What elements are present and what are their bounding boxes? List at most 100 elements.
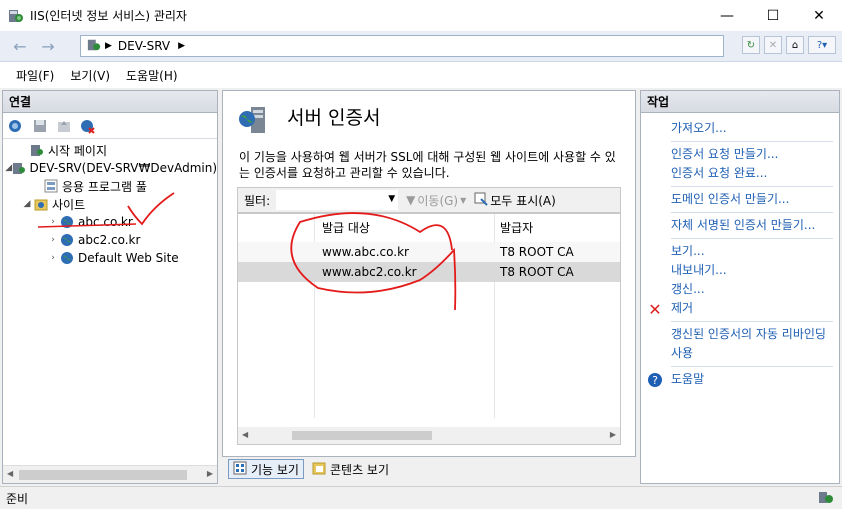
filter-bar: 필터: ▼ ▼ 이동(G) ▼ 모두 표시(A) [237,187,621,213]
globe-icon [59,214,75,230]
page-description: 이 기능을 사용하여 웹 서버가 SSL에 대해 구성된 웹 사이트에 사용할 … [239,150,616,180]
tree-node-sites[interactable]: ◢ 사이트 [3,195,217,213]
show-all-button[interactable]: 모두 표시(A) [474,192,556,209]
chevron-down-icon[interactable]: ◢ [5,163,12,173]
table-row[interactable]: www.abc2.co.kr T8 ROOT CA [238,262,620,282]
forward-button[interactable]: → [36,35,60,57]
menu-bar: 파일(F) 보기(V) 도움말(H) [0,62,842,88]
status-bar: 준비 [0,486,842,509]
tree-node-app-pools[interactable]: 응용 프로그램 풀 [3,177,217,195]
go-button[interactable]: ▼ 이동(G) ▼ [406,192,466,209]
filter-input[interactable]: ▼ [276,190,399,210]
chevron-down-icon[interactable]: ▼ [460,196,466,205]
chevron-right-icon[interactable]: › [47,217,59,227]
menu-view[interactable]: 보기(V) [62,67,118,84]
tree-node-label: abc.co.kr [78,215,133,229]
separator [671,141,833,142]
scrollbar-thumb[interactable] [292,431,432,440]
tree-node-start-page[interactable]: 시작 페이지 [3,141,217,159]
cell-issued-to: www.abc.co.kr [322,245,409,259]
action-import[interactable]: 가져오기... [641,119,839,138]
home-icon[interactable]: ⌂ [786,36,804,54]
tree-node-site-abc2[interactable]: › abc2.co.kr [3,231,217,249]
minimize-button[interactable]: — [704,0,750,31]
server-icon [12,160,26,176]
page-title: 서버 인증서 [287,107,381,129]
actions-list: 가져오기... 인증서 요청 만들기... 인증서 요청 완료... 도메인 인… [641,113,839,389]
action-remove[interactable]: ✕ 제거 [641,299,839,319]
separator [671,366,833,367]
action-auto-rebind[interactable]: 갱신된 인증서의 자동 리바인딩 사용 [641,325,839,363]
tree-node-server[interactable]: ◢ DEV-SRV(DEV-SRV₩DevAdmin) [3,159,217,177]
remove-connection-icon[interactable] [79,117,97,135]
sites-folder-icon [33,196,49,212]
up-level-icon[interactable] [55,117,73,135]
server-icon [87,38,101,55]
address-bar: ← → ▶ DEV-SRV ▶ ↻ ✕ ⌂ ?▾ [0,31,842,62]
actions-header: 작업 [641,91,839,113]
maximize-button[interactable]: ☐ [750,0,796,31]
menu-help[interactable]: 도움말(H) [118,67,186,84]
connections-tree: 시작 페이지 ◢ DEV-SRV(DEV-SRV₩DevAdmin) 응용 프로… [3,141,217,267]
cell-issuer: T8 ROOT CA [500,265,574,279]
cell-issuer: T8 ROOT CA [500,245,574,259]
chevron-right-icon[interactable]: › [47,235,59,245]
tab-features-view[interactable]: 기능 보기 [228,459,304,479]
globe-icon [59,250,75,266]
connections-pane: 연결 시작 페이지 ◢ DEV-SRV(DEV-SRV₩DevAdmin) 응용… [2,90,218,484]
stop-icon[interactable]: ✕ [764,36,782,54]
window-title: IIS(인터넷 정보 서비스) 관리자 [30,9,187,23]
menu-file[interactable]: 파일(F) [8,67,62,84]
tree-node-label: abc2.co.kr [78,233,141,247]
tab-content-view[interactable]: 콘텐츠 보기 [308,459,393,479]
save-icon[interactable] [31,117,49,135]
action-view[interactable]: 보기... [641,242,839,261]
column-header-issued-to[interactable]: 발급 대상 [322,214,370,242]
connections-toolbar [3,113,217,139]
scrollbar-thumb[interactable] [19,470,187,480]
tab-label: 콘텐츠 보기 [329,462,389,477]
connect-icon[interactable] [7,117,25,135]
column-header-issuer[interactable]: 발급자 [500,214,533,242]
features-pane: 서버 인증서 이 기능을 사용하여 웹 서버가 SSL에 대해 구성된 웹 사이… [222,90,636,457]
tree-node-label: 시작 페이지 [48,143,108,158]
action-create-request[interactable]: 인증서 요청 만들기... [641,145,839,164]
separator [671,212,833,213]
table-horizontal-scrollbar[interactable]: ◀ ▶ [238,427,620,444]
scroll-right-icon[interactable]: ▶ [207,469,213,478]
features-view-icon [233,461,247,478]
breadcrumb-arrow-icon: ▶ [105,41,112,51]
show-all-label: 모두 표시(A) [490,193,556,208]
back-button[interactable]: ← [8,35,32,57]
action-renew[interactable]: 갱신... [641,280,839,299]
help-icon: ? [647,372,663,388]
refresh-icon[interactable]: ↻ [742,36,760,54]
tree-horizontal-scrollbar[interactable]: ◀ ▶ [3,465,217,483]
scroll-left-icon[interactable]: ◀ [7,469,13,478]
iis-app-icon [8,8,24,24]
globe-icon [59,232,75,248]
chevron-down-icon[interactable]: ◢ [21,199,33,209]
scroll-right-icon[interactable]: ▶ [610,430,616,439]
action-create-self-signed[interactable]: 자체 서명된 인증서 만들기... [641,216,839,235]
breadcrumb-arrow-icon[interactable]: ▶ [178,41,185,51]
action-complete-request[interactable]: 인증서 요청 완료... [641,164,839,183]
title-bar: IIS(인터넷 정보 서비스) 관리자 — ☐ ✕ [0,0,842,31]
separator [671,321,833,322]
help-icon[interactable]: ?▾ [808,36,836,54]
tree-node-default-site[interactable]: › Default Web Site [3,249,217,267]
breadcrumb[interactable]: DEV-SRV [118,39,170,53]
status-text: 준비 [6,491,29,506]
action-export[interactable]: 내보내기... [641,261,839,280]
chevron-right-icon[interactable]: › [47,253,59,263]
address-field[interactable]: ▶ DEV-SRV ▶ [80,35,724,57]
tree-node-site-abc[interactable]: › abc.co.kr [3,213,217,231]
close-window-button[interactable]: ✕ [796,0,842,31]
tab-label: 기능 보기 [251,462,299,477]
action-help[interactable]: ? 도움말 [641,370,839,389]
scroll-left-icon[interactable]: ◀ [242,430,248,439]
table-row[interactable]: www.abc.co.kr T8 ROOT CA [238,242,620,262]
action-create-domain-cert[interactable]: 도메인 인증서 만들기... [641,190,839,209]
chevron-down-icon[interactable]: ▼ [388,194,395,204]
separator [671,186,833,187]
